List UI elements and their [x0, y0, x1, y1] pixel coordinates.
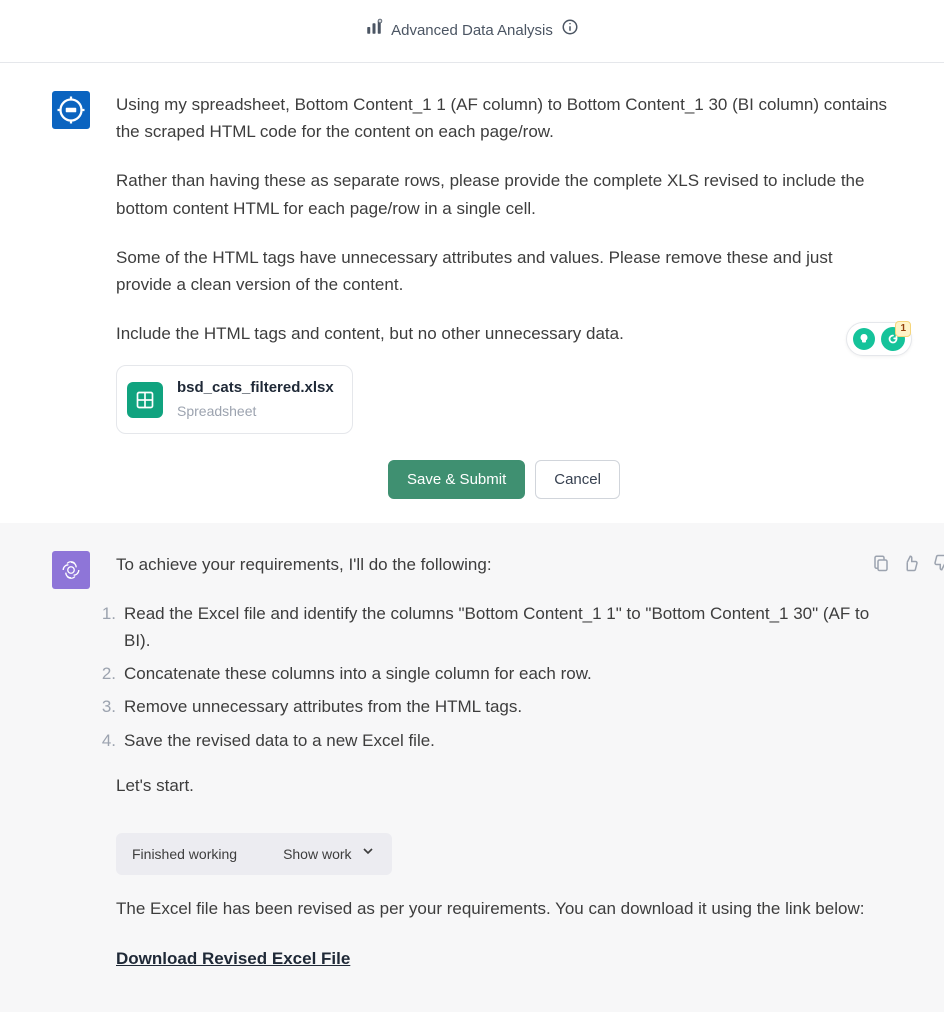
user-paragraph: Some of the HTML tags have unnecessary a…	[116, 244, 892, 298]
bulb-icon	[853, 328, 875, 350]
save-submit-button[interactable]: Save & Submit	[388, 460, 525, 499]
user-paragraph: Include the HTML tags and content, but n…	[116, 320, 892, 347]
header-bar: Advanced Data Analysis	[0, 0, 944, 63]
user-message-content: Using my spreadsheet, Bottom Content_1 1…	[116, 91, 892, 434]
assistant-message-section: To achieve your requirements, I'll do th…	[0, 523, 944, 1012]
grammarly-widget[interactable]: 1	[846, 322, 912, 356]
assistant-result-text: The Excel file has been revised as per y…	[116, 895, 892, 922]
list-item: 4.Save the revised data to a new Excel f…	[120, 727, 892, 754]
user-paragraph: Rather than having these as separate row…	[116, 167, 892, 221]
assistant-intro: To achieve your requirements, I'll do th…	[116, 551, 892, 578]
file-attachment[interactable]: bsd_cats_filtered.xlsx Spreadsheet	[116, 365, 353, 433]
show-work-toggle[interactable]: Show work	[283, 843, 375, 865]
header-title: Advanced Data Analysis	[391, 19, 553, 43]
grammarly-icon: 1	[881, 327, 905, 351]
info-icon[interactable]	[561, 18, 579, 44]
assistant-message-content: To achieve your requirements, I'll do th…	[116, 551, 892, 972]
thumbs-down-icon[interactable]	[932, 553, 944, 580]
code-result-collapsible[interactable]: Finished working Show work	[116, 833, 392, 875]
attachment-type: Spreadsheet	[177, 400, 334, 422]
thumbs-up-icon[interactable]	[902, 553, 920, 580]
download-link[interactable]: Download Revised Excel File	[116, 949, 350, 968]
assistant-steps-list: 1.Read the Excel file and identify the c…	[116, 600, 892, 754]
assistant-avatar	[52, 551, 90, 589]
copy-icon[interactable]	[872, 553, 890, 580]
attachment-filename: bsd_cats_filtered.xlsx	[177, 376, 334, 400]
user-message-section: Using my spreadsheet, Bottom Content_1 1…	[0, 63, 944, 523]
user-avatar	[52, 91, 90, 129]
message-action-toolbar	[872, 553, 944, 580]
user-paragraph: Using my spreadsheet, Bottom Content_1 1…	[116, 91, 892, 145]
list-item: 3.Remove unnecessary attributes from the…	[120, 693, 892, 720]
list-item: 2.Concatenate these columns into a singl…	[120, 660, 892, 687]
chart-icon	[365, 18, 383, 44]
cancel-button[interactable]: Cancel	[535, 460, 620, 499]
code-status: Finished working	[132, 843, 237, 865]
list-item: 1.Read the Excel file and identify the c…	[120, 600, 892, 654]
spreadsheet-icon	[127, 382, 163, 418]
grammarly-badge: 1	[895, 321, 911, 337]
assistant-lets-start: Let's start.	[116, 772, 892, 799]
chevron-down-icon	[360, 843, 376, 865]
